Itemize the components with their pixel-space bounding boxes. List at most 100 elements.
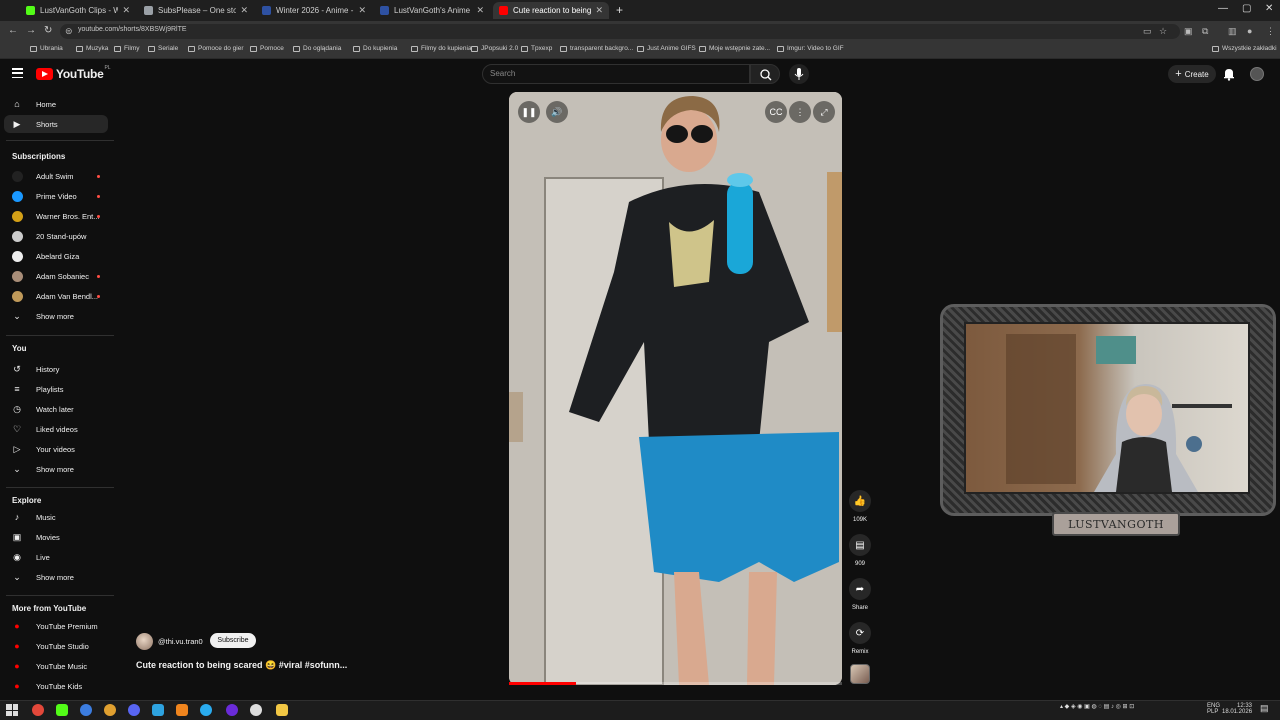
bookmark-item[interactable]: Moje wstępnie zate...: [699, 45, 770, 52]
minimize-icon[interactable]: —: [1218, 3, 1228, 14]
extensions-puzzle-icon[interactable]: ⧉: [1202, 26, 1208, 37]
sidebar-item-youtube-music[interactable]: ● YouTube Music: [4, 657, 108, 675]
url-text[interactable]: youtube.com/shorts/8XBSWj9RlTE: [78, 26, 187, 33]
sidebar-item-youtube-kids[interactable]: ● YouTube Kids: [4, 677, 108, 695]
bookmark-item[interactable]: Seriale: [148, 45, 178, 52]
show-more-subscriptions[interactable]: ⌄ Show more: [4, 307, 108, 325]
notification-center-icon[interactable]: ▤: [1260, 703, 1269, 714]
fullscreen-button[interactable]: ⤢: [813, 101, 835, 123]
sidebar-item-subscription[interactable]: Adam Sobaniec: [4, 267, 108, 285]
extension-icon[interactable]: ▣: [1184, 26, 1193, 37]
app-taskbar-icon[interactable]: [104, 704, 116, 716]
browser-tab[interactable]: LustVanGoth's Anime List - My ✕: [374, 2, 490, 19]
subscribe-button[interactable]: Subscribe: [210, 633, 256, 648]
browser-tab[interactable]: Cute reaction to being scar✕: [493, 2, 609, 19]
like-action[interactable]: 👍 109K: [848, 490, 872, 523]
bookmark-item[interactable]: Muzyka: [76, 45, 108, 52]
windows-start-icon[interactable]: [6, 704, 18, 716]
account-avatar[interactable]: [1250, 67, 1264, 81]
file-explorer-taskbar-icon[interactable]: [276, 704, 288, 716]
browser-tab[interactable]: LustVanGoth Clips - Watch Live✕: [20, 2, 136, 19]
sidebar-item-subscription[interactable]: Prime Video: [4, 187, 108, 205]
explore-heading[interactable]: Explore: [12, 496, 41, 505]
pause-button[interactable]: ❚❚: [518, 101, 540, 123]
create-button[interactable]: + Create: [1168, 65, 1216, 83]
bookmark-item[interactable]: Filmy do kupienia: [411, 45, 472, 52]
sidebar-item-youtube-premium[interactable]: ● YouTube Premium: [4, 617, 108, 635]
site-info-icon[interactable]: ⊜: [65, 26, 73, 37]
sidebar-item-youtube-studio[interactable]: ● YouTube Studio: [4, 637, 108, 655]
share-button[interactable]: ➦: [849, 578, 871, 600]
sidebar-item-subscription[interactable]: 20 Stand-upów: [4, 227, 108, 245]
forward-icon[interactable]: →: [26, 25, 36, 36]
store-taskbar-icon[interactable]: [152, 704, 164, 716]
show-more-you[interactable]: ⌄ Show more: [4, 460, 108, 478]
youtube-logo[interactable]: YouTube PL: [36, 65, 111, 81]
video-title[interactable]: Cute reaction to being scared 😆 #viral #…: [136, 660, 347, 671]
profile-icon[interactable]: ●: [1247, 26, 1252, 36]
channel-name[interactable]: @thi.vu.tran0: [158, 637, 203, 646]
steam-taskbar-icon[interactable]: [250, 704, 262, 716]
cast-icon[interactable]: ▭: [1143, 26, 1152, 37]
comments-button[interactable]: ▤: [849, 534, 871, 556]
bookmark-item[interactable]: JPopsuki 2.0: [471, 45, 518, 52]
tab-close-icon[interactable]: ✕: [122, 5, 130, 16]
clock[interactable]: 12:33 18.01.2026: [1222, 703, 1252, 715]
reload-icon[interactable]: ↻: [44, 25, 52, 36]
sidebar-item-home[interactable]: ⌂ Home: [4, 95, 108, 113]
shorts-video-player[interactable]: ❚❚ 🔊 CC ⋮ ⤢: [509, 92, 842, 685]
kick-taskbar-icon[interactable]: [56, 704, 68, 716]
notifications-button[interactable]: [1222, 67, 1236, 86]
browser-tab[interactable]: SubsPlease – One stop shop fo✕: [138, 2, 254, 19]
chrome-taskbar-icon[interactable]: [32, 704, 44, 716]
new-tab-button[interactable]: +: [616, 3, 623, 17]
tab-close-icon[interactable]: ✕: [476, 5, 484, 16]
bookmark-item[interactable]: Ubrania: [30, 45, 63, 52]
bookmark-item[interactable]: Imgur: Video to GIF: [777, 45, 844, 52]
captions-button[interactable]: CC: [765, 101, 787, 123]
sidebar-item-shorts[interactable]: ▶ Shorts: [4, 115, 108, 133]
sound-thumbnail[interactable]: [850, 664, 870, 684]
voice-search-button[interactable]: [789, 64, 809, 84]
telegram-taskbar-icon[interactable]: [200, 704, 212, 716]
sidebar-item-movies[interactable]: ▣ Movies: [4, 528, 108, 546]
video-progress-bar[interactable]: [509, 682, 842, 685]
you-heading[interactable]: You: [12, 344, 27, 353]
discord-taskbar-icon[interactable]: [128, 704, 140, 716]
address-bar[interactable]: [60, 24, 1180, 39]
vlc-taskbar-icon[interactable]: [176, 704, 188, 716]
sidebar-item-your-videos[interactable]: ▷ Your videos: [4, 440, 108, 458]
sidebar-item-playlists[interactable]: ≡ Playlists: [4, 380, 108, 398]
sidebar-item-subscription[interactable]: Adam Van Bendl...: [4, 287, 108, 305]
close-window-icon[interactable]: ✕: [1265, 3, 1273, 14]
bookmark-item[interactable]: Filmy: [114, 45, 140, 52]
channel-avatar[interactable]: [136, 633, 153, 650]
comments-action[interactable]: ▤ 909: [848, 534, 872, 567]
sidebar-item-music[interactable]: ♪ Music: [4, 508, 108, 526]
tab-close-icon[interactable]: ✕: [240, 5, 248, 16]
menu-dots-icon[interactable]: ⋮: [1266, 26, 1275, 37]
search-button[interactable]: [750, 64, 780, 84]
browser-taskbar-icon[interactable]: [80, 704, 92, 716]
sidebar-item-subscription[interactable]: Warner Bros. Ent...: [4, 207, 108, 225]
remix-button[interactable]: ⟳: [849, 622, 871, 644]
browser-tab[interactable]: Winter 2026 - Anime - MyAnim ✕: [256, 2, 372, 19]
sidebar-toggle-icon[interactable]: ▥: [1228, 26, 1237, 37]
show-more-explore[interactable]: ⌄ Show more: [4, 568, 108, 586]
more-options-button[interactable]: ⋮: [789, 101, 811, 123]
system-tray-icons[interactable]: ▴ ◆ ◈ ◉ ▣ ◍ ◌ ▤ ♪ ◎ ⊞ ⊡: [1060, 703, 1134, 710]
remix-action[interactable]: ⟳ Remix: [848, 622, 872, 655]
tab-close-icon[interactable]: ✕: [595, 5, 603, 16]
subscriptions-heading[interactable]: Subscriptions: [12, 152, 65, 161]
bookmark-item[interactable]: Pomoce do gier: [188, 45, 244, 52]
bookmark-item[interactable]: Pomoce: [250, 45, 284, 52]
maximize-icon[interactable]: ▢: [1242, 3, 1251, 14]
share-action[interactable]: ➦ Share: [848, 578, 872, 611]
all-bookmarks[interactable]: Wszystkie zakładki: [1212, 45, 1277, 52]
bookmark-item[interactable]: transparent backgro...: [560, 45, 633, 52]
like-button[interactable]: 👍: [849, 490, 871, 512]
bookmark-item[interactable]: Tpxexp: [521, 45, 552, 52]
tab-close-icon[interactable]: ✕: [358, 5, 366, 16]
search-input[interactable]: [482, 64, 750, 84]
sidebar-item-history[interactable]: ↺ History: [4, 360, 108, 378]
